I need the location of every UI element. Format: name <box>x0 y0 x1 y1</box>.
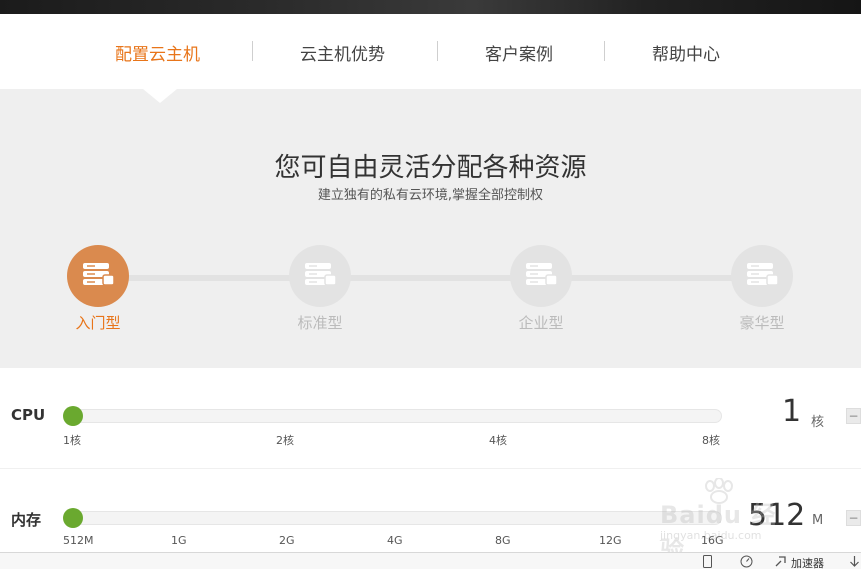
memory-tick-label: 16G <box>701 534 724 547</box>
memory-label: 内存 <box>11 511 42 529</box>
memory-tick-label: 4G <box>387 534 403 547</box>
nav-item-configure[interactable]: 配置云主机 <box>115 40 200 65</box>
nav-item-help[interactable]: 帮助中心 <box>652 40 720 65</box>
server-stack-icon <box>745 262 779 290</box>
nav-separator <box>252 41 253 61</box>
tier-enterprise-button[interactable] <box>510 245 572 307</box>
memory-tick-label: 1G <box>171 534 187 547</box>
tier-luxury-label[interactable]: 豪华型 <box>702 312 822 333</box>
accelerator-label[interactable]: 加速器 <box>791 555 824 569</box>
memory-tick-label: 8G <box>495 534 511 547</box>
tier-luxury-button[interactable] <box>731 245 793 307</box>
cpu-tick-label: 1核 <box>63 434 81 447</box>
browser-status-bar: 加速器 <box>0 552 861 569</box>
tier-track <box>98 275 762 281</box>
cpu-tick-label: 2核 <box>276 434 294 447</box>
tier-basic-label[interactable]: 入门型 <box>38 312 158 333</box>
speed-gauge-icon[interactable] <box>739 554 753 568</box>
cpu-tick-label: 8核 <box>702 434 720 447</box>
cpu-unit: 核 <box>811 415 825 430</box>
memory-tick-label: 2G <box>279 534 295 547</box>
nav-separator <box>437 41 438 61</box>
tier-enterprise-label[interactable]: 企业型 <box>481 312 601 333</box>
memory-tick-label: 12G <box>599 534 622 547</box>
active-tab-pointer <box>143 89 177 103</box>
memory-value: 512 <box>748 498 806 533</box>
tier-standard-label[interactable]: 标准型 <box>260 312 380 333</box>
top-nav: 配置云主机 云主机优势 客户案例 帮助中心 <box>0 14 861 89</box>
mobile-icon[interactable] <box>700 554 714 568</box>
accelerator-icon[interactable] <box>773 554 787 568</box>
cpu-value: 1 <box>782 394 802 429</box>
config-subtitle: 建立独有的私有云环境,掌握全部控制权 <box>317 188 544 203</box>
cpu-decrement-button[interactable]: − <box>846 408 861 424</box>
server-stack-icon <box>303 262 337 290</box>
memory-slider-track[interactable] <box>65 511 722 525</box>
nav-item-advantages[interactable]: 云主机优势 <box>300 40 385 65</box>
nav-separator <box>604 41 605 61</box>
banner-image-strip <box>0 0 861 14</box>
row-divider <box>0 468 861 469</box>
tier-basic-button[interactable] <box>67 245 129 307</box>
memory-tick-label: 512M <box>63 534 94 547</box>
page: 配置云主机 云主机优势 客户案例 帮助中心 您可自由灵活分配各种资源 建立独有的… <box>0 0 861 569</box>
minus-icon: − <box>848 409 859 423</box>
tier-standard-button[interactable] <box>289 245 351 307</box>
memory-decrement-button[interactable]: − <box>846 510 861 526</box>
server-stack-icon <box>81 262 115 290</box>
memory-unit: M <box>812 513 824 528</box>
nav-item-cases[interactable]: 客户案例 <box>485 40 553 65</box>
cpu-label: CPU <box>11 406 46 424</box>
minus-icon: − <box>848 511 859 525</box>
paw-icon <box>705 478 733 504</box>
download-arrow-icon[interactable] <box>847 554 861 568</box>
cpu-tick-label: 4核 <box>489 434 507 447</box>
server-stack-icon <box>524 262 558 290</box>
cpu-slider-track[interactable] <box>65 409 722 423</box>
config-title: 您可自由灵活分配各种资源 <box>274 153 587 183</box>
memory-slider-handle[interactable] <box>63 508 83 528</box>
cpu-slider-handle[interactable] <box>63 406 83 426</box>
